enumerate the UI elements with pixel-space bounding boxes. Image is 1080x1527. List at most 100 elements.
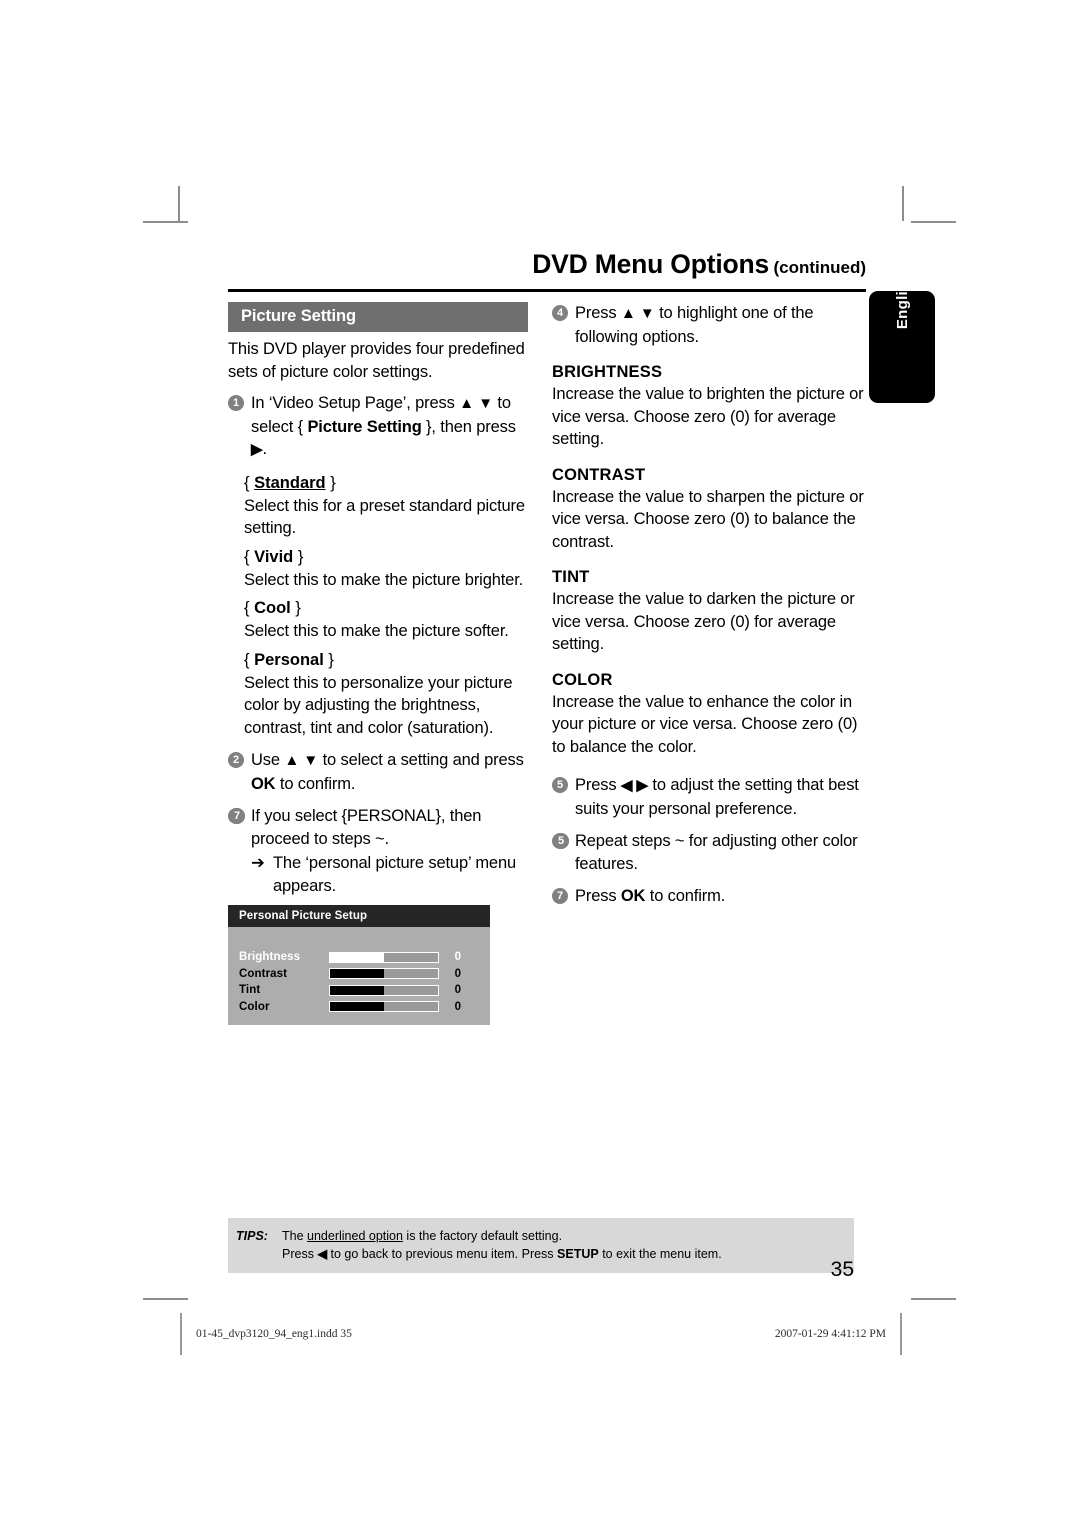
step-1-text-end: . (262, 440, 268, 458)
tips-line-2: Press ◀ to go back to previous menu item… (282, 1245, 722, 1263)
osd-row-color[interactable]: Color 0 (239, 999, 478, 1016)
page-number: 35 (830, 1258, 854, 1281)
setting-heading-contrast: CONTRAST (552, 465, 646, 484)
print-footer-file: 01-45_dvp3120_94_eng1.indd 35 (196, 1328, 352, 1340)
left-arrow-icon: ◀ (317, 1247, 328, 1261)
up-down-arrow-icon: ▲ ▼ (459, 395, 493, 412)
tips-line-1-b: is the factory default setting. (402, 1229, 563, 1243)
setting-desc-color: Increase the value to enhance the color … (552, 692, 858, 756)
step-2-badge: 2 (228, 752, 244, 768)
step-3-tilde: ~ (375, 829, 385, 848)
step-6-text-before: Repeat steps (575, 832, 675, 850)
osd-row-brightness-value: 0 (454, 951, 461, 964)
tips-setup-key: SETUP (557, 1247, 599, 1261)
print-footer-timestamp: 2007-01-29 4:41:12 PM (774, 1328, 886, 1340)
step-3-note-text: The ‘personal picture setup’ menu appear… (273, 854, 516, 895)
setting-desc-tint: Increase the value to darken the picture… (552, 590, 855, 653)
osd-row-tint-fill (330, 985, 384, 995)
option-standard-desc: Select this for a preset standard pictur… (244, 496, 525, 538)
osd-row-brightness-label: Brightness (239, 951, 301, 964)
osd-row-tint-value: 0 (454, 984, 461, 997)
page-header: DVD Menu Options (continued) (228, 246, 866, 292)
crop-mark-top-right-vertical (902, 186, 904, 221)
osd-body: Brightness 0 Contrast 0 Tint 0 Color 0 (228, 927, 490, 1025)
step-7-text-end: to confirm. (645, 887, 726, 905)
step-4-badge: 4 (552, 305, 568, 321)
osd-title: Personal Picture Setup (228, 905, 490, 927)
page-title: DVD Menu Options (532, 249, 769, 279)
section-heading-picture-setting: Picture Setting (228, 302, 528, 332)
osd-row-brightness[interactable]: Brightness 0 (239, 949, 478, 966)
osd-row-brightness-fill (330, 952, 384, 962)
picture-setting-intro: This DVD player provides four predefined… (228, 340, 525, 381)
step-1: 1 In ‘Video Setup Page’, press ▲ ▼ to sel… (228, 392, 528, 462)
step-3: 3If you select {PERSONAL}, then proceed … (228, 805, 528, 850)
step-6-tilde: ~ (674, 832, 685, 850)
up-down-arrow-icon: ▲ ▼ (284, 752, 319, 769)
option-standard-close: } (325, 473, 336, 492)
step-1-text-before: In ‘Video Setup Page’, press (251, 394, 460, 412)
step-1-badge: 1 (228, 395, 244, 411)
tips-box: TIPS: The underlined option is the facto… (228, 1218, 854, 1273)
crop-mark-bottom-left-horizontal (143, 1298, 188, 1300)
osd-row-contrast-value: 0 (454, 967, 461, 980)
page-title-continued: (continued) (773, 258, 866, 277)
tips-line-2-b: to go back to previous menu item. Press (327, 1247, 558, 1261)
crop-mark-top-left-vertical (178, 186, 180, 221)
right-column: 4 Press ▲ ▼ to highlight one of the follo… (552, 302, 866, 1025)
tips-line-2-c: to exit the menu item. (598, 1247, 722, 1261)
step-5-text-before: Press (575, 776, 621, 794)
osd-row-contrast-fill (330, 969, 384, 979)
setting-desc-contrast: Increase the value to sharpen the pictur… (552, 487, 864, 551)
step-2-ok-key: OK (251, 774, 276, 793)
step-6-to-badge: 5 (553, 833, 569, 849)
up-down-arrow-icon: ▲ ▼ (620, 305, 655, 322)
osd-row-color-value: 0 (454, 1000, 461, 1013)
step-4: 4 Press ▲ ▼ to highlight one of the follo… (552, 302, 866, 348)
step-2-text-end: to confirm. (275, 774, 356, 793)
osd-row-color-slider[interactable] (329, 1001, 439, 1013)
tips-line-1: The underlined option is the factory def… (282, 1227, 722, 1245)
content-columns: Picture Setting This DVD player provides… (228, 302, 866, 1025)
osd-row-contrast-slider[interactable] (329, 968, 439, 980)
print-footer: 01-45_dvp3120_94_eng1.indd 35 2007-01-29… (180, 1313, 902, 1355)
option-vivid-desc: Select this to make the picture brighter… (244, 570, 524, 589)
step-5-badge: 5 (552, 777, 568, 793)
personal-picture-setup-osd: Personal Picture Setup Brightness 0 Cont… (228, 905, 490, 1025)
osd-row-contrast[interactable]: Contrast 0 (239, 966, 478, 983)
step-2-text-before: Use (251, 751, 285, 769)
crop-mark-top-right-horizontal (911, 221, 956, 223)
option-cool-desc: Select this to make the picture softer. (244, 622, 509, 640)
right-arrow-icon: ▶ (251, 441, 263, 458)
option-personal-name: Personal (254, 650, 324, 669)
osd-row-tint-slider[interactable] (329, 984, 439, 996)
option-vivid-close: } (293, 547, 304, 566)
left-column: Picture Setting This DVD player provides… (228, 302, 528, 1025)
tips-line-1-underlined: underlined option (307, 1229, 403, 1243)
osd-row-color-label: Color (239, 1000, 270, 1013)
option-vivid-open: { (244, 547, 255, 566)
step-3-text-before: If you select {PERSONAL}, then proceed t… (251, 807, 482, 848)
setting-heading-tint: TINT (552, 568, 590, 586)
tips-line-1-a: The (282, 1229, 308, 1243)
step-3-to-badge: 7 (229, 808, 245, 824)
step-2: 2 Use ▲ ▼ to select a setting and press O… (228, 749, 528, 795)
setting-heading-brightness: BRIGHTNESS (552, 363, 663, 381)
option-cool-open: { (244, 599, 255, 617)
crop-mark-bottom-right-horizontal (911, 1298, 956, 1300)
step-3-note: ➔ The ‘personal picture setup’ menu appea… (251, 852, 528, 897)
setting-desc-brightness: Increase the value to brighten the pictu… (552, 385, 864, 448)
step-7-text-before: Press (575, 887, 621, 905)
language-side-tab-label: English (893, 272, 911, 330)
option-cool-name: Cool (254, 599, 291, 617)
step-1-text-after: }, then press (421, 417, 516, 436)
crop-mark-top-left-horizontal (143, 221, 188, 223)
left-right-arrow-icon: ◀ ▶ (620, 777, 648, 794)
step-3-text-end: . (384, 829, 390, 848)
tips-line-2-a: Press (282, 1247, 318, 1261)
step-5: 5 Press ◀ ▶ to adjust the setting that be… (552, 774, 866, 820)
arrow-right-note-icon: ➔ (251, 854, 265, 872)
option-personal-open: { (244, 650, 255, 669)
osd-row-brightness-slider[interactable] (329, 951, 439, 963)
osd-row-tint[interactable]: Tint 0 (239, 982, 478, 999)
